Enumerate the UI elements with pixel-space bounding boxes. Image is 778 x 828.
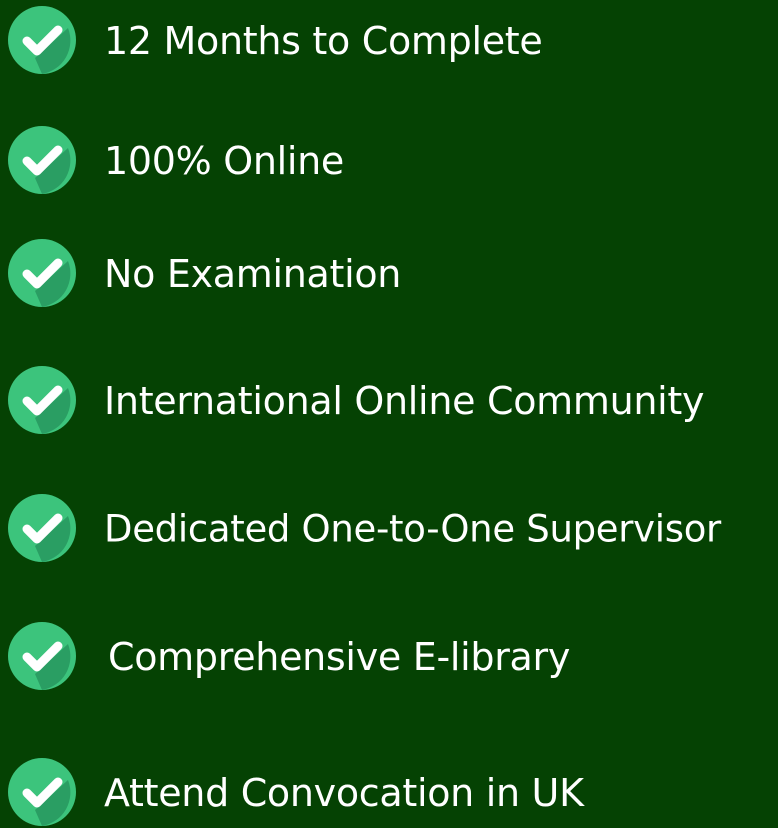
check-circle-icon xyxy=(8,494,76,562)
feature-item-e-library: Comprehensive E-library xyxy=(0,622,778,692)
check-circle-icon xyxy=(8,758,76,826)
feature-label: International Online Community xyxy=(104,379,705,423)
feature-item-international-community: International Online Community xyxy=(0,366,778,436)
feature-label: Comprehensive E-library xyxy=(108,635,571,679)
check-circle-icon xyxy=(8,366,76,434)
feature-label: Attend Convocation in UK xyxy=(104,771,584,815)
feature-item-100-online: 100% Online xyxy=(0,126,778,196)
check-circle-icon xyxy=(8,239,76,307)
check-circle-icon xyxy=(8,6,76,74)
feature-label: Dedicated One-to-One Supervisor xyxy=(104,507,721,551)
feature-label: 12 Months to Complete xyxy=(104,19,543,63)
feature-item-no-examination: No Examination xyxy=(0,239,778,309)
check-circle-icon xyxy=(8,126,76,194)
feature-list: 12 Months to Complete 100% Online No Exa… xyxy=(0,0,778,826)
feature-item-dedicated-supervisor: Dedicated One-to-One Supervisor xyxy=(0,494,778,564)
feature-item-12-months: 12 Months to Complete xyxy=(0,6,778,76)
check-circle-icon xyxy=(8,622,76,690)
feature-label: No Examination xyxy=(104,252,402,296)
feature-label: 100% Online xyxy=(104,139,344,183)
